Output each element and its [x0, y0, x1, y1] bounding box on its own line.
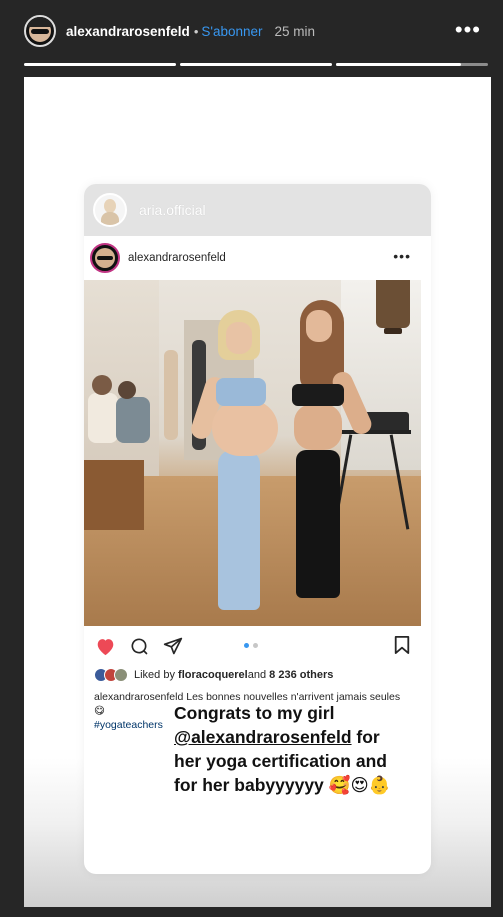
story-username[interactable]: alexandrarosenfeld	[66, 24, 190, 39]
post-header: alexandrarosenfeld •••	[84, 236, 431, 280]
caption-hashtag: #yogateachers	[94, 719, 163, 731]
heart-icon	[94, 635, 116, 657]
caption-user: alexandrarosenfeld	[94, 691, 184, 703]
story-author-avatar[interactable]	[24, 15, 56, 47]
post-author-avatar	[90, 243, 120, 273]
story-progress-fill	[336, 63, 461, 66]
likes-first-user: floracoquerel	[178, 669, 248, 681]
post-author-name: alexandrarosenfeld	[128, 252, 226, 264]
carousel-indicator	[244, 643, 258, 648]
person-right	[272, 300, 382, 626]
post-more-icon: •••	[393, 248, 411, 264]
sharer-name: aria.official	[139, 202, 206, 218]
liker-avatars	[94, 668, 128, 682]
story-progress-segment-2	[180, 63, 332, 66]
separator-dot: •	[193, 23, 199, 39]
story-header: alexandrarosenfeld • S'abonner 25 min ••…	[0, 0, 503, 62]
story-canvas[interactable]: aria.official alexandrarosenfeld ••• Lik…	[24, 77, 491, 907]
likes-row: Liked by floracoquerel and 8 236 others	[84, 666, 431, 684]
share-header: aria.official	[84, 184, 431, 236]
sticker-mention[interactable]: @alexandrarosenfeld	[174, 727, 352, 747]
sticker-line-2: @alexandrarosenfeld for	[174, 727, 380, 747]
more-options-icon[interactable]: •••	[455, 19, 481, 41]
share-icon	[162, 635, 184, 657]
story-text-sticker: Congrats to my girl @alexandrarosenfeld …	[174, 701, 464, 797]
post-actions	[84, 626, 431, 666]
story-progress-segment-1	[24, 63, 176, 66]
likes-prefix: Liked by	[134, 669, 175, 681]
story-progress-segment-3	[336, 63, 488, 66]
sharer-avatar	[93, 193, 127, 227]
likes-count: 8 236 others	[269, 669, 334, 681]
follow-button[interactable]: S'abonner	[201, 24, 262, 39]
sticker-line-4: for her babyyyyyy 🥰😍👶	[174, 775, 391, 795]
likes-middle: and	[247, 669, 267, 681]
comment-icon	[128, 635, 150, 657]
sticker-line-3: her yoga certification and	[174, 751, 387, 771]
sticker-line-1: Congrats to my girl	[174, 703, 335, 723]
bookmark-icon	[393, 635, 411, 660]
avatar-image	[27, 17, 53, 42]
story-timestamp: 25 min	[274, 23, 316, 39]
post-photo	[84, 280, 421, 626]
